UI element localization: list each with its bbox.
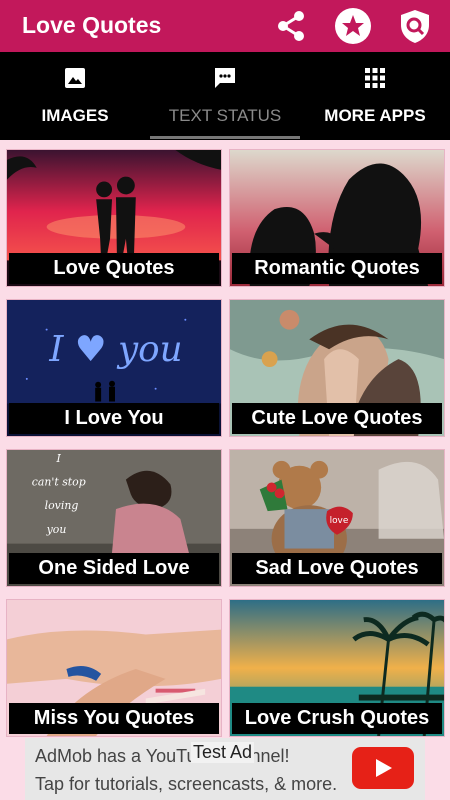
shield-search-icon[interactable] — [396, 7, 434, 45]
youtube-play-icon[interactable] — [352, 747, 414, 789]
chat-icon — [215, 68, 235, 88]
ad-description: Tap for tutorials, screencasts, & more. — [35, 774, 338, 794]
test-ad-label: Test Ad — [191, 742, 255, 763]
app-bar: Love Quotes — [0, 0, 450, 52]
image-text-line-2: can't stop — [32, 476, 86, 489]
card-label: One Sided Love — [9, 553, 219, 584]
tab-text-status[interactable]: TEXT STATUS — [150, 52, 300, 140]
card-label: Cute Love Quotes — [232, 403, 442, 434]
card-label: Miss You Quotes — [9, 703, 219, 734]
play-icon — [376, 759, 392, 777]
card-label: Love Quotes — [9, 253, 219, 284]
card-miss-you-quotes[interactable]: Miss You Quotes — [6, 599, 222, 737]
ad-banner[interactable]: AdMob has a YouTube channel! Tap for tut… — [25, 738, 425, 800]
tab-images[interactable]: IMAGES — [0, 52, 150, 140]
image-text-line-1: I — [56, 452, 62, 465]
app-title: Love Quotes — [22, 12, 162, 38]
category-grid: Love Quotes Romantic Quotes I ♥ you I Lo… — [0, 140, 450, 740]
tab-indicator — [150, 136, 300, 139]
card-love-quotes[interactable]: Love Quotes — [6, 149, 222, 287]
apps-grid-icon — [365, 68, 385, 88]
tab-more-apps[interactable]: MORE APPS — [300, 52, 450, 140]
card-one-sided-love[interactable]: I can't stop loving you One Sided Love — [6, 449, 222, 587]
tab-bar: IMAGES TEXT STATUS MORE APPS — [0, 52, 450, 140]
card-love-crush-quotes[interactable]: Love Crush Quotes — [229, 599, 445, 737]
star-icon[interactable] — [334, 7, 372, 45]
card-label: Love Crush Quotes — [232, 703, 442, 734]
tab-images-label: IMAGES — [41, 106, 109, 125]
share-icon[interactable] — [272, 7, 310, 45]
image-text: love — [330, 516, 349, 526]
card-label: Romantic Quotes — [232, 253, 442, 284]
card-cute-love-quotes[interactable]: Cute Love Quotes — [229, 299, 445, 437]
card-label: Sad Love Quotes — [232, 553, 442, 584]
tab-more-apps-label: MORE APPS — [324, 106, 426, 125]
card-i-love-you[interactable]: I ♥ you I Love You — [6, 299, 222, 437]
tab-text-status-label: TEXT STATUS — [168, 106, 282, 125]
card-sad-love-quotes[interactable]: love Sad Love Quotes — [229, 449, 445, 587]
image-text-line-3: loving — [45, 499, 79, 512]
image-text-line-4: you — [46, 523, 67, 536]
card-romantic-quotes[interactable]: Romantic Quotes — [229, 149, 445, 287]
image-icon — [65, 68, 85, 88]
card-label: I Love You — [9, 403, 219, 434]
image-text: I ♥ you — [48, 329, 182, 370]
